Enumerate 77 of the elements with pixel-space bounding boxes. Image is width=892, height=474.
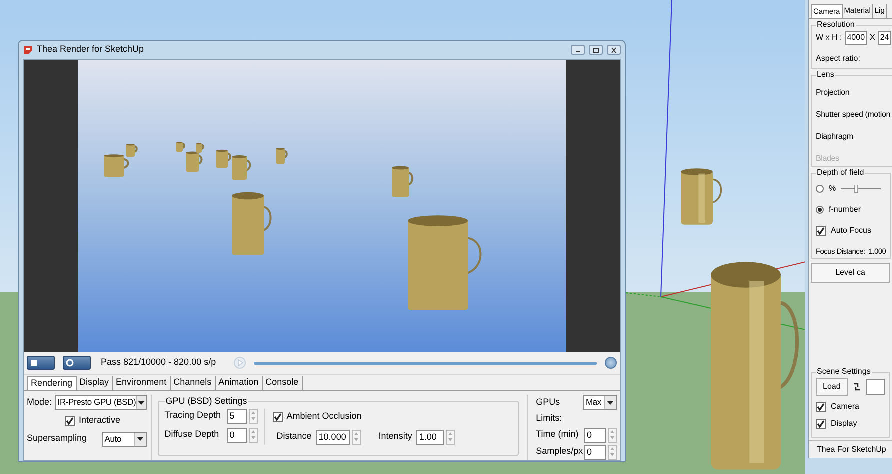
slider-icon [841, 185, 882, 193]
minimize-button[interactable] [571, 45, 585, 55]
checkbox-label: Display [831, 418, 858, 430]
refresh-button[interactable] [63, 356, 91, 370]
field-label: Mode: [27, 396, 52, 409]
window-title: Thea Render for SketchUp [37, 43, 146, 56]
field-label: Samples/px [536, 445, 584, 458]
input-field[interactable]: 1.00 [416, 430, 444, 444]
caret-icon [607, 400, 614, 404]
field-label: Time (min) [536, 428, 579, 442]
save-button[interactable] [27, 356, 55, 370]
play-icon [234, 357, 246, 369]
field-label: Diaphragm [816, 131, 854, 143]
checkmark-icon [817, 420, 825, 428]
field-label: Intensity [378, 430, 412, 444]
close-button[interactable] [607, 45, 621, 55]
input-field[interactable]: 4000 [845, 31, 868, 45]
pass-status: Pass 821/10000 - 820.00 s/p [101, 356, 218, 370]
field-label: Projection [816, 87, 851, 99]
checkbox-label: Ambient Occlusion [286, 410, 362, 424]
group-title: GPU (BSD) Settings [164, 395, 248, 408]
checkmark-icon [66, 416, 74, 425]
maximize-button[interactable] [589, 45, 603, 55]
field-label: Blades [816, 153, 840, 165]
field-label: Shutter speed (motion [816, 109, 891, 121]
field-label: Tracing Depth [164, 409, 221, 422]
group-title: Scene Settings [816, 366, 872, 378]
radio-button[interactable] [816, 206, 824, 214]
checkmark-icon [817, 227, 825, 235]
input-field[interactable]: 0 [584, 428, 606, 442]
input-field[interactable]: 0 [226, 428, 247, 442]
load-button[interactable]: Load [816, 378, 848, 396]
checkbox[interactable] [816, 402, 826, 412]
field-label: Distance [276, 430, 312, 444]
field-label: Aspect ratio: [816, 53, 862, 65]
checkbox[interactable] [816, 419, 826, 429]
checkbox[interactable] [816, 226, 826, 236]
tab[interactable]: Rendering [27, 376, 77, 390]
maximize-icon [592, 46, 600, 54]
caret-icon [138, 400, 145, 404]
field-label: W x H : [816, 32, 842, 44]
field-label: Diffuse Depth [164, 428, 220, 442]
close-icon [610, 46, 618, 54]
checkbox[interactable] [65, 416, 75, 426]
circle-icon [66, 359, 74, 367]
level-button[interactable]: Level ca [811, 263, 890, 283]
field-label: Supersampling [27, 432, 88, 446]
checkbox-label: Camera [831, 401, 860, 413]
group-title: Depth of field [816, 167, 866, 179]
group-title: Limits: [536, 412, 564, 425]
checkbox[interactable] [272, 412, 283, 422]
checkbox-label: Auto Focus [831, 225, 872, 237]
radio-label: % [829, 183, 836, 195]
input-field[interactable] [866, 379, 885, 395]
caret-icon [136, 437, 144, 441]
checkbox-label: Interactive [79, 414, 121, 427]
dropdown[interactable]: Max [583, 395, 617, 410]
status-bar: Thea For SketchUp [809, 440, 892, 458]
field-label: GPUs [536, 396, 560, 409]
app-icon [23, 45, 33, 55]
dropdown[interactable]: Auto [102, 432, 147, 446]
group-title: Lens [816, 69, 836, 81]
input-field[interactable]: 10.000 [316, 430, 350, 444]
field-label: X [870, 32, 876, 44]
group-title: Resolution [816, 19, 856, 31]
checkmark-icon [274, 413, 282, 421]
input-field[interactable]: 0 [584, 444, 606, 460]
checkmark-icon [817, 403, 825, 411]
input-field[interactable]: 24 [878, 31, 892, 45]
radio-button[interactable] [816, 185, 824, 193]
input-field[interactable]: 5 [226, 408, 247, 424]
square-icon [30, 359, 38, 367]
radio-label: f-number [829, 204, 862, 216]
mug-drawing [680, 168, 724, 226]
slider-thumb[interactable] [605, 357, 617, 369]
swap-icon [852, 382, 862, 392]
dropdown[interactable]: IR-Presto GPU (BSD) [54, 395, 147, 410]
